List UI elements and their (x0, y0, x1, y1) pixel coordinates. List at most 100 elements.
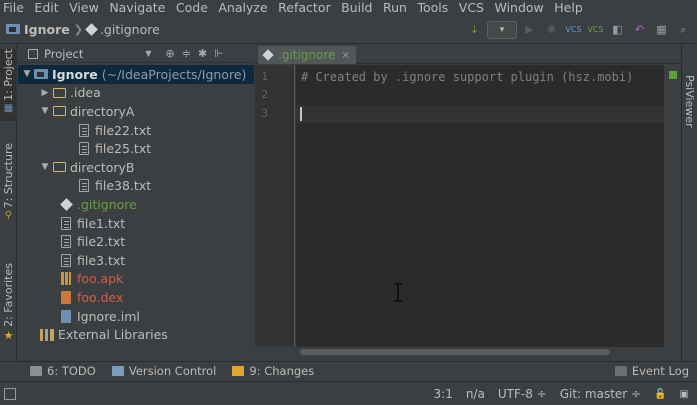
tree-node-label: file38.txt (95, 178, 152, 194)
folder-icon (51, 104, 67, 118)
menu-refactor[interactable]: Refactor (278, 0, 330, 15)
menu-build[interactable]: Build (341, 0, 372, 15)
expanded-arrow-icon[interactable]: ▼ (39, 162, 51, 172)
horizontal-scrollbar[interactable] (296, 347, 664, 357)
tree-node-root[interactable]: ▼ Ignore (~/IdeaProjects/Ignore) (18, 65, 254, 84)
tab-project[interactable]: 1: Project ▦ (0, 49, 17, 121)
tool-windows-toggle-icon[interactable] (4, 387, 16, 400)
menu-window[interactable]: Window (494, 0, 543, 15)
text-file-icon (76, 179, 92, 193)
settings-gear-icon[interactable]: ✱ (198, 47, 207, 60)
menu-help[interactable]: Help (554, 0, 583, 15)
tree-node-label: file1.txt (77, 215, 126, 231)
collapse-all-icon[interactable]: ≑ (182, 47, 191, 60)
tree-node-file22[interactable]: file22.txt (18, 121, 254, 140)
text-file-icon (76, 123, 92, 137)
tree-node-file3[interactable]: file3.txt (18, 251, 254, 270)
menu-analyze[interactable]: Analyze (218, 0, 267, 15)
event-log-tool-button[interactable]: Event Log (614, 364, 689, 378)
tree-node-idea[interactable]: ▶ .idea (18, 84, 254, 103)
tab-gitignore[interactable]: .gitignore × (258, 46, 356, 64)
tree-node-external-libraries[interactable]: External Libraries (18, 325, 254, 344)
menu-navigate[interactable]: Navigate (109, 0, 165, 15)
tree-node-ignore-iml[interactable]: Ignore.iml (18, 307, 254, 326)
folder-icon (51, 160, 67, 174)
menu-tools[interactable]: Tools (417, 0, 448, 15)
changes-tool-button[interactable]: 9: Changes (232, 364, 314, 378)
tree-node-gitignore[interactable]: .gitignore (18, 195, 254, 214)
menu-vcs[interactable]: VCS (459, 0, 484, 15)
editor-gutter: 1 2 3 (255, 65, 295, 347)
search-icon[interactable]: ⌕ (674, 20, 693, 39)
caret-position[interactable]: 3:1 (434, 387, 453, 401)
tree-node-label: file3.txt (77, 252, 126, 268)
vcs-update-icon[interactable]: VCS (564, 20, 583, 39)
event-log-label: Event Log (631, 364, 689, 378)
line-separator[interactable]: n/a (466, 387, 485, 401)
scrollbar-thumb[interactable] (300, 349, 610, 355)
todo-icon (30, 366, 42, 376)
editor-right-gutter (664, 65, 680, 347)
project-tool-icon: ▦ (3, 102, 14, 114)
menu-file[interactable]: File (3, 0, 24, 15)
vcs-commit-icon[interactable]: VCS (586, 20, 605, 39)
chevron-down-icon[interactable]: ▼ (145, 49, 151, 58)
tree-node-file2[interactable]: file2.txt (18, 232, 254, 251)
menu-run[interactable]: Run (383, 0, 407, 15)
menu-bar: File Edit View Navigate Code Analyze Ref… (0, 0, 697, 15)
debug-icon[interactable]: ✱ (542, 20, 561, 39)
file-encoding[interactable]: UTF-8 ÷ (498, 387, 547, 401)
tree-node-file38[interactable]: file38.txt (18, 177, 254, 196)
tree-node-file1[interactable]: file1.txt (18, 214, 254, 233)
git-branch[interactable]: Git: master ÷ (560, 387, 641, 401)
tree-node-label: .gitignore (77, 196, 137, 212)
tab-favorites[interactable]: 2: Favorites ★ (0, 263, 17, 348)
text-file-icon (58, 253, 74, 267)
breadcrumb-file[interactable]: .gitignore (85, 22, 160, 37)
text-cursor-icon (393, 283, 403, 302)
dex-file-icon (58, 290, 74, 304)
tab-structure[interactable]: 7: Structure ⚲ (0, 143, 17, 233)
code-editor[interactable]: # Created by .ignore support plugin (hsz… (296, 65, 664, 347)
code-line-1: # Created by .ignore support plugin (hsz… (301, 70, 634, 84)
project-panel-header: Project ▼ ⊕ ≑ ✱ ⊩ (18, 45, 254, 63)
tree-node-label: foo.dex (77, 289, 124, 305)
memory-indicator-icon[interactable]: ▣ (680, 389, 689, 400)
breadcrumb-file-label: .gitignore (99, 22, 160, 37)
todo-tool-button[interactable]: 6: TODO (30, 364, 96, 378)
collapsed-arrow-icon[interactable]: ▶ (39, 88, 51, 98)
menu-edit[interactable]: Edit (34, 0, 58, 15)
build-icon[interactable]: ⇣ (465, 20, 484, 39)
lock-icon[interactable]: 🔓 (654, 389, 666, 400)
vcs-history-icon[interactable]: ◧ (608, 20, 627, 39)
breadcrumb-project[interactable]: Ignore (6, 22, 70, 37)
run-configuration-select[interactable]: ▾ (487, 20, 517, 39)
status-widgets: 3:1 n/a UTF-8 ÷ Git: master ÷ 🔓 ▣ (434, 387, 689, 401)
tab-project-label: 1: Project (2, 49, 15, 101)
inspection-ok-icon[interactable] (669, 71, 677, 79)
tree-node-file25[interactable]: file25.txt (18, 139, 254, 158)
tree-node-directoryA[interactable]: ▼ directoryA (18, 102, 254, 121)
tab-psiviewer[interactable]: PsiViewer (683, 75, 696, 128)
hide-panel-icon[interactable]: ⊩ (214, 47, 224, 60)
tree-node-foo-dex[interactable]: foo.dex (18, 288, 254, 307)
scroll-from-source-icon[interactable]: ⊕ (166, 47, 175, 60)
folder-icon (51, 86, 67, 100)
undo-icon[interactable]: ↶ (630, 20, 649, 39)
tab-gitignore-label: .gitignore (278, 48, 336, 62)
close-icon[interactable]: × (341, 50, 349, 61)
expanded-arrow-icon[interactable]: ▼ (39, 106, 51, 116)
text-file-icon (58, 216, 74, 230)
current-line-highlight (296, 105, 664, 123)
version-control-tool-button[interactable]: Version Control (111, 364, 216, 378)
project-structure-icon[interactable]: ▦ (652, 20, 671, 39)
menu-view[interactable]: View (69, 0, 99, 15)
tree-node-directoryB[interactable]: ▼ directoryB (18, 158, 254, 177)
menu-code[interactable]: Code (176, 0, 208, 15)
gitignore-icon (85, 22, 98, 37)
tree-node-foo-apk[interactable]: foo.apk (18, 270, 254, 289)
navigation-bar: Ignore ❯ .gitignore ⇣ ▾ ▶ ✱ VCS VCS ◧ ↶ … (0, 16, 697, 44)
run-icon[interactable]: ▶ (520, 20, 539, 39)
expanded-arrow-icon[interactable]: ▼ (21, 69, 33, 79)
project-panel-title[interactable]: Project (44, 47, 83, 61)
